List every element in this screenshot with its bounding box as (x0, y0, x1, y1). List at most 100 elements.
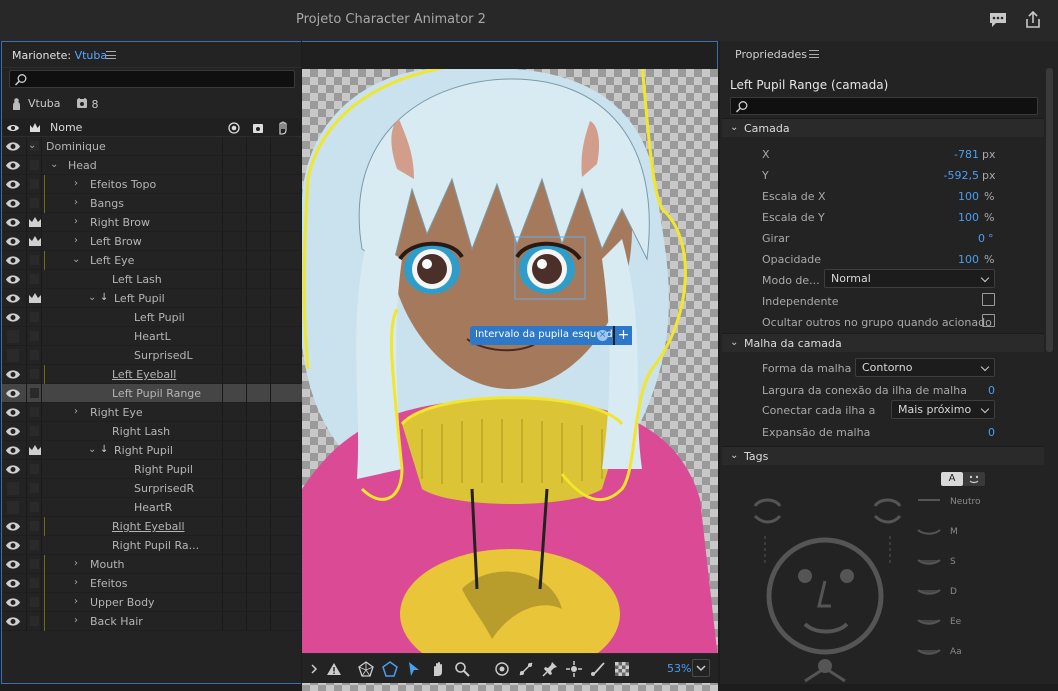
visibility-toggle-off[interactable] (7, 482, 19, 495)
warp-independent-cell[interactable] (26, 232, 42, 251)
add-tag-button[interactable]: + (613, 326, 632, 345)
viseme-label[interactable]: S (950, 557, 956, 567)
origin-tool-icon[interactable] (494, 661, 510, 677)
transparency-grid-icon[interactable] (614, 661, 630, 677)
hand-tool-icon[interactable] (430, 661, 446, 677)
viseme-label[interactable]: Aa (950, 647, 962, 657)
warp-independent-cell[interactable] (26, 365, 45, 384)
layer-row[interactable]: ⌄ Left Eye (2, 251, 302, 270)
stick-tool-icon[interactable] (518, 661, 534, 677)
zoom-level[interactable]: 53% (667, 662, 691, 675)
chevron-right-icon[interactable]: › (74, 235, 78, 246)
visibility-eye-icon[interactable] (4, 444, 22, 457)
layer-row[interactable]: › Mouth (2, 555, 302, 574)
remove-tag-icon[interactable]: × (597, 330, 608, 341)
visibility-eye-icon[interactable] (4, 311, 22, 324)
chevron-down-icon[interactable]: ⌄ (88, 292, 96, 303)
layer-tag-bubble[interactable]: Intervalo da pupila esquerda × + (470, 326, 632, 345)
layer-row[interactable]: SurprisedL (2, 346, 302, 365)
layer-row[interactable]: Right Lash (2, 422, 302, 441)
warp-independent-cell[interactable] (26, 384, 42, 403)
visibility-eye-icon[interactable] (4, 387, 22, 400)
warp-independent-cell[interactable] (26, 327, 42, 346)
chevron-right-icon[interactable]: › (74, 558, 78, 569)
zoom-dropdown-button[interactable] (692, 659, 710, 677)
warp-independent-cell[interactable] (26, 536, 42, 555)
warp-independent-cell[interactable] (26, 194, 45, 213)
layer-row[interactable]: › Right Eye (2, 403, 302, 422)
chevron-right-icon[interactable]: › (74, 406, 78, 417)
hide-others-checkbox[interactable] (982, 314, 995, 327)
mesh-shape-dropdown[interactable]: Contorno (855, 358, 995, 377)
warp-independent-cell[interactable] (26, 555, 45, 574)
warp-independent-cell[interactable] (26, 593, 45, 612)
viseme-label[interactable]: Neutro (950, 497, 981, 507)
dangle-tool-icon[interactable] (590, 661, 606, 677)
visibility-eye-icon[interactable] (4, 463, 22, 476)
layer-row[interactable]: HeartL (2, 327, 302, 346)
layer-row[interactable]: Left Lash (2, 270, 302, 289)
chevron-right-icon[interactable]: › (74, 615, 78, 626)
panel-menu-icon[interactable] (106, 51, 116, 59)
opacity-value[interactable]: 100 (958, 253, 979, 266)
visibility-eye-icon[interactable] (4, 577, 22, 590)
layer-row[interactable]: › Left Brow (2, 232, 302, 251)
viseme-label[interactable]: D (950, 587, 957, 597)
layer-row[interactable]: Left Pupil Range (2, 384, 302, 403)
tag-face-view-button[interactable] (963, 472, 985, 486)
visibility-eye-icon[interactable] (4, 539, 22, 552)
visibility-eye-icon[interactable] (4, 197, 22, 210)
y-value[interactable]: -592,5 (944, 169, 979, 182)
viseme-label[interactable]: Ee (950, 617, 961, 627)
warp-independent-cell[interactable] (26, 460, 42, 479)
handle-tool-icon[interactable] (566, 661, 582, 677)
layer-search-input[interactable] (9, 70, 295, 88)
mesh-expansion-value[interactable]: 0 (988, 426, 995, 439)
warp-independent-cell[interactable] (26, 612, 45, 631)
visibility-eye-icon[interactable] (4, 254, 22, 267)
layer-row[interactable]: › Back Hair (2, 612, 302, 631)
section-tags-header[interactable]: ⌄ Tags (722, 446, 1044, 465)
visibility-eye-icon[interactable] (4, 140, 22, 153)
connect-island-dropdown[interactable]: Mais próximo (891, 400, 995, 419)
warp-independent-cell[interactable] (26, 403, 42, 422)
section-layer-header[interactable]: ⌄ Camada (722, 118, 1044, 137)
warp-independent-cell[interactable] (26, 270, 42, 289)
layer-row[interactable]: › Upper Body (2, 593, 302, 612)
properties-menu-icon[interactable] (809, 50, 819, 58)
rotate-value[interactable]: 0 (978, 232, 985, 245)
puppet-canvas[interactable]: Intervalo da pupila esquerda × + (302, 69, 718, 691)
chevron-right-icon[interactable]: › (74, 216, 78, 227)
blend-mode-dropdown[interactable]: Normal (824, 269, 995, 288)
chevron-down-icon[interactable]: ⌄ (72, 254, 80, 265)
layer-row[interactable]: SurprisedR (2, 479, 302, 498)
visibility-eye-icon[interactable] (4, 615, 22, 628)
tag-text-view-button[interactable]: A (941, 472, 963, 486)
visibility-eye-icon[interactable] (4, 596, 22, 609)
visibility-eye-icon[interactable] (4, 235, 22, 248)
visibility-toggle-off[interactable] (7, 501, 19, 514)
visibility-toggle-off[interactable] (7, 330, 19, 343)
layer-row[interactable]: › Efeitos (2, 574, 302, 593)
warp-independent-cell[interactable] (26, 574, 45, 593)
warp-independent-cell[interactable] (26, 517, 45, 536)
visibility-eye-icon[interactable] (4, 425, 22, 438)
visibility-eye-icon[interactable] (4, 292, 22, 305)
scale-x-value[interactable]: 100 (958, 190, 979, 203)
share-icon[interactable] (1023, 10, 1043, 30)
layer-row[interactable]: ⌄ ↓ Right Pupil (2, 441, 302, 460)
chevron-right-icon[interactable]: › (74, 596, 78, 607)
scale-y-value[interactable]: 100 (958, 211, 979, 224)
layer-row[interactable]: › Right Brow (2, 213, 302, 232)
visibility-toggle-off[interactable] (7, 349, 19, 362)
visibility-eye-icon[interactable] (4, 520, 22, 533)
chevron-right-icon[interactable]: › (74, 178, 78, 189)
warp-independent-cell[interactable] (26, 213, 42, 232)
warp-independent-cell[interactable] (26, 479, 42, 498)
layer-row[interactable]: HeartR (2, 498, 302, 517)
chevron-down-icon[interactable]: ⌄ (88, 444, 96, 455)
warp-independent-cell[interactable] (26, 251, 45, 270)
warp-independent-cell[interactable] (26, 346, 42, 365)
mesh-island-value[interactable]: 0 (988, 384, 995, 397)
expand-chevron-icon[interactable] (306, 661, 322, 677)
